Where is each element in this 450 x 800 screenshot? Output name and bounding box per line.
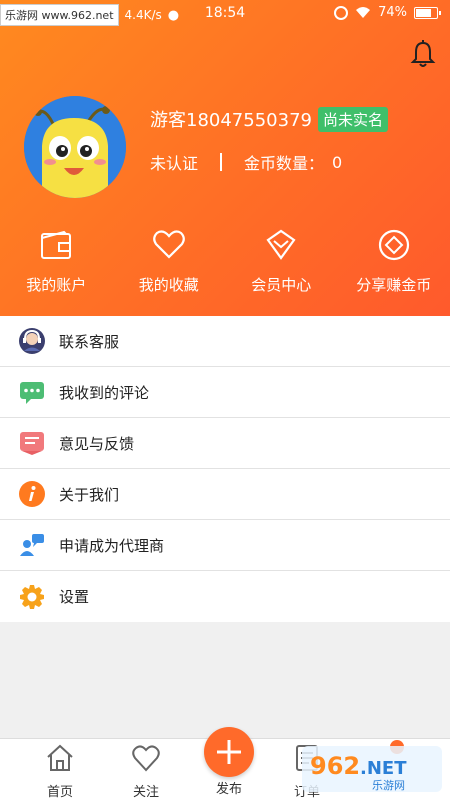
menu-item-comments[interactable]: 我收到的评论 — [0, 367, 450, 418]
coin-value: 0 — [332, 152, 343, 172]
heart-icon — [152, 230, 185, 259]
alarm-icon — [334, 5, 349, 20]
menu-list: 联系客服 我收到的评论 意见与反馈 关于我们 申请成为代理商 设置 — [0, 316, 450, 622]
divider — [220, 153, 223, 171]
quick-actions: 我的账户 我的收藏 会员中心 分享赚金币 — [0, 228, 450, 304]
publish-button[interactable] — [204, 727, 254, 777]
menu-item-label: 联系客服 — [59, 332, 120, 351]
publish-label: 发布 — [215, 782, 242, 797]
quick-action-favorites[interactable]: 我的收藏 — [113, 228, 226, 304]
username-row: 游客18047550379 尚未实名 — [150, 106, 388, 132]
quick-action-label: 会员中心 — [251, 276, 312, 294]
svg-text:乐游网: 乐游网 — [372, 779, 405, 792]
feedback-icon — [20, 432, 44, 455]
certification-row: 未认证 金币数量： 0 — [150, 150, 342, 174]
quick-action-label: 我的账户 — [26, 276, 87, 294]
comment-icon — [20, 382, 44, 404]
diamond-icon — [266, 229, 296, 260]
battery-percent: 74% — [378, 5, 407, 20]
tab-label: 关注 — [132, 785, 159, 800]
svg-text:.NET: .NET — [360, 758, 407, 779]
verify-badge[interactable]: 尚未实名 — [317, 106, 388, 132]
bell-icon[interactable] — [410, 40, 436, 68]
menu-item-feedback[interactable]: 意见与反馈 — [0, 418, 450, 469]
about-icon — [19, 481, 45, 507]
avatar-mascot-icon — [24, 96, 126, 198]
wallet-icon — [41, 230, 72, 259]
tab-follow[interactable]: 关注 — [111, 739, 181, 800]
menu-item-about[interactable]: 关于我们 — [0, 469, 450, 520]
heart-outline-icon — [132, 745, 160, 772]
settings-icon — [20, 584, 44, 609]
menu-item-agent[interactable]: 申请成为代理商 — [0, 520, 450, 571]
quick-action-membership[interactable]: 会员中心 — [225, 228, 338, 304]
menu-item-settings[interactable]: 设置 — [0, 571, 450, 622]
customer-service-icon — [19, 328, 45, 354]
menu-item-label: 设置 — [59, 588, 90, 606]
coin-label: 金币数量： — [244, 154, 325, 173]
menu-item-label: 关于我们 — [59, 485, 120, 504]
battery-icon — [414, 6, 441, 19]
menu-item-label: 我收到的评论 — [59, 383, 150, 402]
quick-action-share[interactable]: 分享赚金币 — [338, 228, 450, 304]
menu-item-label: 意见与反馈 — [59, 434, 135, 453]
menu-item-customer-service[interactable]: 联系客服 — [0, 316, 450, 367]
profile-header: 乐游网 www.962.net 4.4K/s ● 18:54 74% 游客180… — [0, 0, 450, 316]
avatar[interactable] — [24, 96, 126, 198]
quick-action-label: 我的收藏 — [138, 276, 199, 294]
home-icon — [47, 744, 73, 771]
wifi-icon — [356, 7, 371, 18]
tab-label: 首页 — [46, 785, 73, 800]
site-logo-watermark: 962 .NET 乐游网 — [302, 746, 442, 792]
plus-icon — [217, 740, 241, 764]
status-bar: 乐游网 www.962.net 4.4K/s ● 18:54 74% — [0, 0, 450, 28]
agent-icon — [20, 534, 44, 556]
share-coin-icon — [378, 229, 409, 261]
certification-status[interactable]: 未认证 — [150, 150, 198, 174]
svg-text:962: 962 — [310, 752, 360, 780]
menu-item-label: 申请成为代理商 — [59, 536, 165, 555]
battery-fill — [416, 8, 431, 17]
tab-home[interactable]: 首页 — [25, 739, 95, 800]
quick-action-label: 分享赚金币 — [356, 276, 432, 294]
username: 游客18047550379 — [150, 110, 312, 131]
quick-action-account[interactable]: 我的账户 — [0, 228, 113, 304]
